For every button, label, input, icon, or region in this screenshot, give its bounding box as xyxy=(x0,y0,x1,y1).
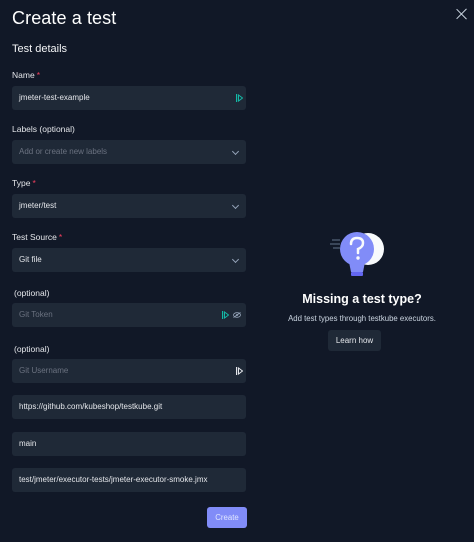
branch-input[interactable]: main xyxy=(12,432,246,456)
git-token-label: (optional) xyxy=(14,288,50,298)
type-select[interactable]: jmeter/test xyxy=(12,194,246,218)
name-input-value: jmeter-test-example xyxy=(19,93,90,102)
source-select[interactable]: Git file xyxy=(12,248,246,272)
empty-state-title: Missing a test type? xyxy=(302,292,422,306)
labels-select[interactable]: Add or create new labels xyxy=(12,140,246,164)
required-marker: * xyxy=(58,232,63,242)
close-icon[interactable] xyxy=(455,7,469,21)
autofill-icon[interactable] xyxy=(222,311,229,319)
labels-placeholder: Add or create new labels xyxy=(19,147,108,156)
name-input[interactable]: jmeter-test-example xyxy=(12,86,246,110)
autofill-icon[interactable] xyxy=(236,94,243,102)
type-select-value: jmeter/test xyxy=(19,201,57,210)
source-select-value: Git file xyxy=(19,255,42,264)
labels-label: Labels (optional) xyxy=(12,124,75,134)
empty-state-subtitle: Add test types through testkube executor… xyxy=(288,314,436,323)
branch-value: main xyxy=(19,439,37,448)
git-token-input[interactable]: Git Token xyxy=(12,303,246,327)
learn-how-button[interactable]: Learn how xyxy=(328,330,381,351)
chevron-down-icon xyxy=(231,147,240,156)
section-title: Test details xyxy=(12,43,68,55)
repository-uri-value: https://github.com/kubeshop/testkube.git xyxy=(19,402,163,411)
name-label-text: Name xyxy=(12,70,35,80)
repository-uri-input[interactable]: https://github.com/kubeshop/testkube.git xyxy=(12,395,246,419)
path-value: test/jmeter/executor-tests/jmeter-execut… xyxy=(19,475,208,484)
autofill-icon[interactable] xyxy=(236,367,243,375)
question-bulb-icon xyxy=(330,232,384,276)
required-marker: * xyxy=(36,70,40,80)
git-username-placeholder: Git Username xyxy=(19,366,69,375)
create-button[interactable]: Create xyxy=(207,507,247,528)
chevron-down-icon xyxy=(231,255,240,264)
required-marker: * xyxy=(32,178,36,188)
source-label-text: Test Source xyxy=(12,232,57,242)
name-label: Name * xyxy=(12,70,40,80)
path-input[interactable]: test/jmeter/executor-tests/jmeter-execut… xyxy=(12,468,246,492)
git-username-input[interactable]: Git Username xyxy=(12,359,246,383)
git-token-placeholder: Git Token xyxy=(19,310,53,319)
git-username-label: (optional) xyxy=(14,344,50,354)
create-test-modal: Create a test Test details Name * jmeter-… xyxy=(0,0,474,542)
type-label: Type * xyxy=(12,178,36,188)
source-label: Test Source * xyxy=(12,232,62,242)
eye-off-icon[interactable] xyxy=(233,312,241,318)
chevron-down-icon xyxy=(231,201,240,210)
type-label-text: Type xyxy=(12,178,31,188)
modal-title: Create a test xyxy=(12,8,117,28)
